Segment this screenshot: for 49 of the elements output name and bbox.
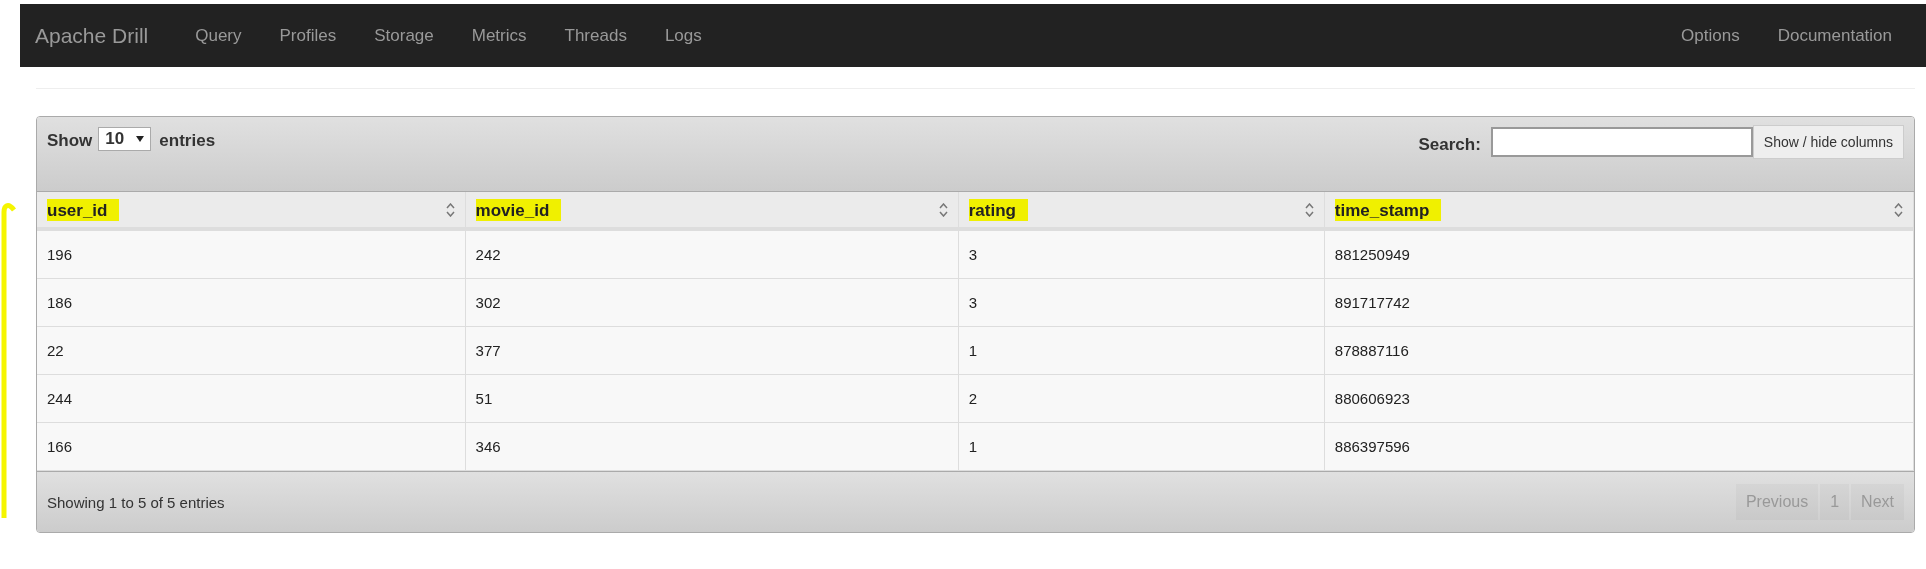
column-header[interactable]: movie_id — [465, 192, 959, 229]
nav-link[interactable]: Logs — [645, 25, 721, 46]
sort-icon — [938, 202, 948, 217]
sort-icon — [1304, 202, 1314, 217]
sort-icon — [1894, 202, 1903, 217]
entries-info: Showing 1 to 5 of 5 entries — [47, 493, 225, 511]
highlighted-header-label: user_id — [47, 198, 120, 221]
table-cell: 51 — [465, 374, 959, 423]
sort-icon — [445, 202, 455, 217]
highlighted-header-label: rating — [968, 198, 1028, 221]
table-cell: 242 — [465, 229, 959, 279]
brand[interactable]: Apache Drill — [35, 23, 149, 48]
show-label: Show — [47, 131, 93, 151]
table-cell: 166 — [37, 422, 466, 471]
table-cell: 186 — [37, 278, 466, 327]
column-toggle-button[interactable]: Show / hide columns — [1752, 125, 1904, 159]
column-header[interactable]: rating — [958, 192, 1325, 229]
nav-link[interactable]: Options — [1662, 25, 1759, 46]
table-cell: 1 — [958, 326, 1325, 375]
table-cell: 878887116 — [1324, 326, 1914, 375]
table-cell: 302 — [465, 278, 959, 327]
table-cell: 22 — [37, 326, 466, 375]
search-field[interactable] — [1490, 127, 1753, 157]
nav-link[interactable]: Threads — [545, 25, 646, 46]
table-cell: 886397596 — [1324, 422, 1914, 471]
table-cell: 377 — [465, 326, 959, 375]
nav-link[interactable]: Metrics — [452, 25, 546, 46]
column-header[interactable]: user_id — [37, 192, 466, 229]
table-cell: 891717742 — [1324, 278, 1914, 327]
nav-link[interactable]: Documentation — [1758, 25, 1911, 46]
table-cell: 244 — [37, 374, 466, 423]
table-cell: 3 — [958, 229, 1325, 279]
nav-link[interactable]: Profiles — [260, 25, 356, 46]
nav-link[interactable]: Query — [176, 25, 261, 46]
caret-icon — [136, 136, 145, 142]
page-size-select[interactable]: 10 — [98, 127, 152, 151]
table-cell: 346 — [465, 422, 959, 471]
table-cell: 196 — [37, 229, 466, 279]
table-cell: 2 — [958, 374, 1325, 423]
table-cell: 1 — [958, 422, 1325, 471]
entries-label: entries — [159, 131, 216, 151]
highlighted-header-label: movie_id — [475, 198, 562, 221]
table-cell: 880606923 — [1324, 374, 1914, 423]
nav-link[interactable]: Storage — [355, 25, 453, 46]
table-cell: 3 — [958, 278, 1325, 327]
column-header[interactable]: time_stamp — [1324, 192, 1914, 229]
highlighted-header-label: time_stamp — [1334, 198, 1442, 221]
search-label: Search: — [1418, 135, 1481, 155]
table-cell: 881250949 — [1324, 229, 1914, 279]
